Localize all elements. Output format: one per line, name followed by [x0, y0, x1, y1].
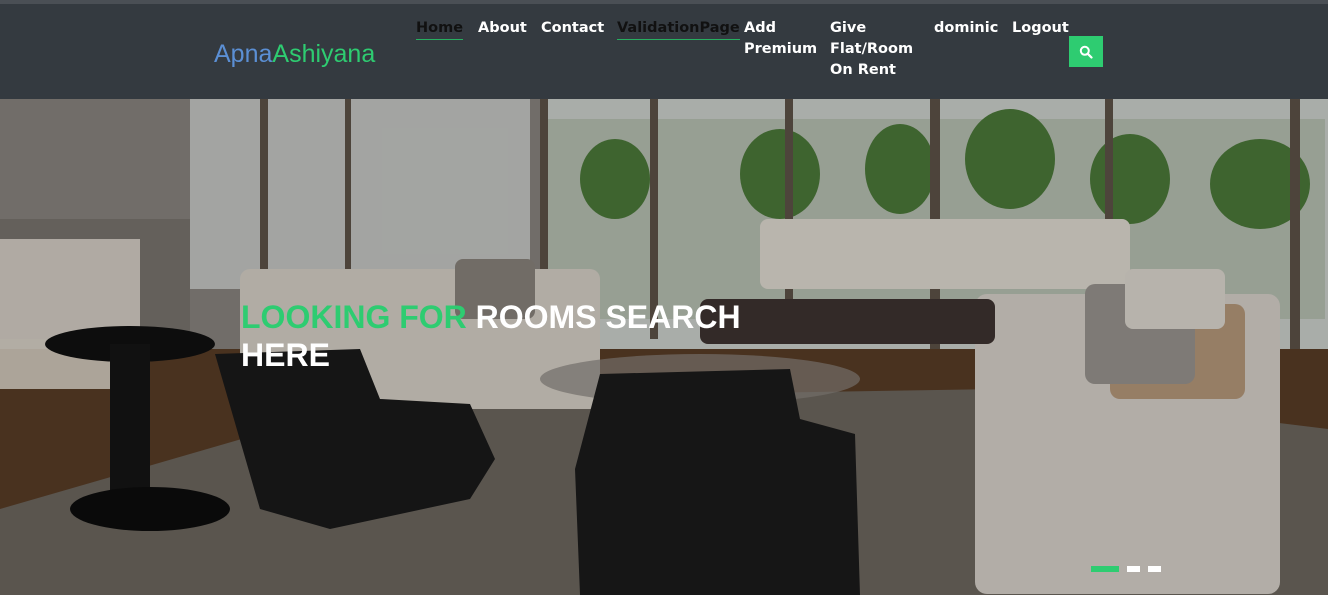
search-icon [1079, 45, 1093, 59]
nav-give-flat-line-1: Give [830, 20, 867, 36]
nav-give-flat[interactable]: Give Flat/Room On Rent [830, 18, 913, 81]
carousel-dot-3[interactable] [1148, 566, 1161, 572]
nav-user[interactable]: dominic [934, 18, 998, 39]
navbar: ApnaAshiyana Home About Contact Validati… [0, 4, 1328, 99]
nav-validation-page[interactable]: ValidationPage [617, 18, 740, 40]
nav-give-flat-line-2: Flat/Room [830, 41, 914, 57]
nav-contact[interactable]: Contact [541, 18, 604, 39]
nav-about[interactable]: About [478, 18, 527, 39]
nav-give-flat-line-3: On Rent [830, 62, 896, 78]
nav-logout[interactable]: Logout [1012, 18, 1069, 39]
brand-part-2: Ashiyana [272, 40, 376, 68]
search-button[interactable] [1069, 36, 1103, 67]
brand-part-1: Apna [214, 40, 273, 68]
hero-headline-green: LOOKING FOR [241, 299, 467, 335]
nav-add-premium-line-1: Add [744, 20, 776, 36]
nav-add-premium-line-2: Premium [744, 41, 818, 57]
carousel-dot-1[interactable] [1091, 566, 1119, 572]
carousel-dot-2[interactable] [1127, 566, 1140, 572]
nav-home[interactable]: Home [416, 18, 464, 40]
nav-add-premium[interactable]: Add Premium [744, 18, 817, 60]
hero-banner: LOOKING FOR ROOMS SEARCH HERE [0, 99, 1328, 595]
brand-logo[interactable]: ApnaAshiyana [214, 40, 375, 69]
hero-headline: LOOKING FOR ROOMS SEARCH HERE [241, 298, 761, 374]
